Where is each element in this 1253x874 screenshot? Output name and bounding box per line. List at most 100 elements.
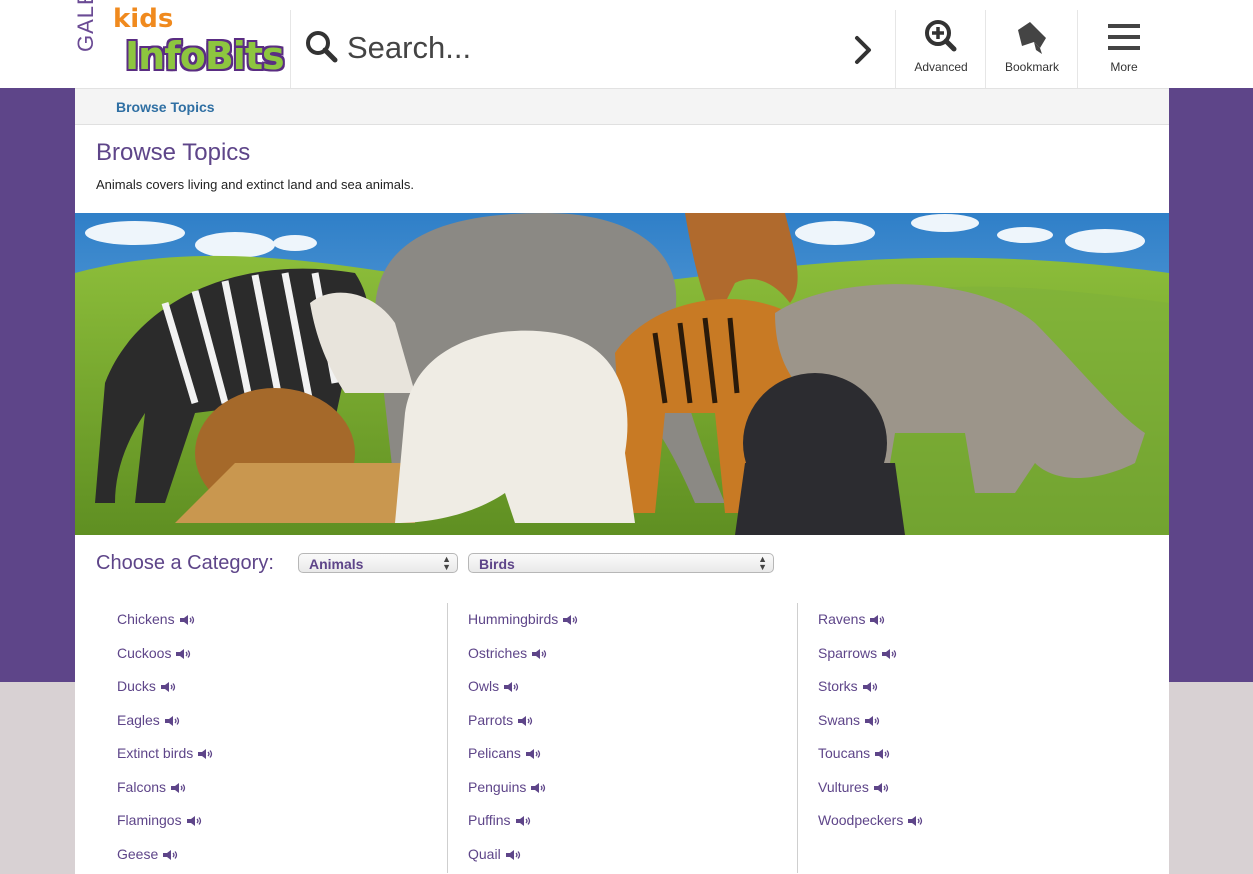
- bookmark-label: Bookmark: [1004, 60, 1060, 74]
- speaker-audio-icon[interactable]: [198, 749, 214, 760]
- speaker-audio-icon[interactable]: [563, 615, 579, 626]
- topic-link[interactable]: Pelicans: [468, 745, 542, 761]
- topic-label: Swans: [818, 711, 861, 728]
- topic-link[interactable]: Ravens: [818, 611, 886, 627]
- page-description: Animals covers living and extinct land a…: [96, 177, 414, 192]
- logo-infobits-text: InfoBits: [125, 34, 285, 78]
- chevron-right-icon[interactable]: [843, 30, 883, 70]
- bookmark-icon: [1018, 22, 1046, 54]
- bookmark-button[interactable]: Bookmark: [985, 10, 1078, 88]
- topic-column-2: Hummingbirds Ostriches Owls Parrots Pelicans…: [447, 603, 793, 873]
- breadcrumb-browse-topics[interactable]: Browse Topics: [116, 99, 215, 115]
- topic-label: Quail: [468, 845, 501, 862]
- topic-label: Hummingbirds: [468, 611, 559, 627]
- more-label: More: [1110, 60, 1138, 74]
- speaker-audio-icon[interactable]: [865, 715, 881, 726]
- speaker-audio-icon[interactable]: [171, 782, 187, 793]
- speaker-audio-icon[interactable]: [873, 782, 890, 793]
- topic-link[interactable]: Falcons: [117, 779, 187, 795]
- animals-banner-image: [75, 213, 1169, 535]
- speaker-audio-icon[interactable]: [870, 615, 886, 626]
- topic-link[interactable]: Sparrows: [818, 645, 898, 661]
- hamburger-menu-icon: [1108, 24, 1140, 50]
- more-menu-button[interactable]: More: [1077, 10, 1170, 88]
- zoom-plus-icon: [925, 20, 957, 52]
- topic-label: Pelicans: [468, 745, 521, 761]
- topic-label: Parrots: [468, 711, 514, 728]
- topic-link[interactable]: Chickens: [117, 611, 196, 627]
- page-title: Browse Topics: [96, 139, 251, 166]
- topic-link[interactable]: Eagles: [117, 712, 181, 728]
- topic-label: Ostriches: [468, 644, 528, 661]
- logo-kids-text: kids: [113, 4, 174, 34]
- advanced-search-button[interactable]: Advanced: [895, 10, 986, 88]
- topic-link[interactable]: Extinct birds: [117, 745, 214, 761]
- topic-link[interactable]: Swans: [818, 712, 881, 728]
- topic-link[interactable]: Woodpeckers: [818, 812, 924, 828]
- topic-link[interactable]: Penguins: [468, 779, 547, 795]
- category-label: Choose a Category:: [96, 552, 274, 574]
- speaker-audio-icon[interactable]: [505, 849, 522, 860]
- speaker-audio-icon[interactable]: [186, 816, 203, 827]
- speaker-audio-icon[interactable]: [862, 682, 879, 693]
- speaker-audio-icon[interactable]: [518, 715, 534, 726]
- updown-arrows-icon: ▲ ▼: [442, 554, 451, 572]
- topic-label: Extinct birds: [117, 745, 194, 761]
- speaker-audio-icon[interactable]: [908, 816, 924, 827]
- search-area: [291, 10, 895, 88]
- topic-link[interactable]: Ducks: [117, 678, 177, 694]
- topic-link[interactable]: Storks: [818, 678, 879, 694]
- category-selector-row: Choose a Category: Animals ▲ ▼ Birds ▲ ▼: [96, 552, 1096, 576]
- category-select-secondary-value: Birds: [479, 556, 515, 572]
- topic-link[interactable]: Flamingos: [117, 812, 203, 828]
- topic-link[interactable]: Vultures: [818, 779, 890, 795]
- speaker-audio-icon[interactable]: [532, 648, 548, 659]
- topic-link[interactable]: Ostriches: [468, 645, 548, 661]
- topic-link[interactable]: Toucans: [818, 745, 891, 761]
- topic-label: Puffins: [468, 812, 511, 828]
- speaker-audio-icon[interactable]: [882, 648, 898, 659]
- topic-link[interactable]: Geese: [117, 846, 179, 862]
- topic-label: Cuckoos: [117, 644, 172, 661]
- topic-list: Chickens Cuckoos Ducks Eagles Extinct birds F…: [97, 603, 1147, 873]
- search-input[interactable]: [347, 28, 827, 68]
- category-select-primary-value: Animals: [309, 556, 364, 572]
- topic-label: Geese: [117, 845, 159, 862]
- category-select-secondary[interactable]: Birds ▲ ▼: [468, 553, 774, 573]
- topic-link[interactable]: Quail: [468, 846, 522, 862]
- topic-column-1: Chickens Cuckoos Ducks Eagles Extinct birds F…: [97, 603, 442, 873]
- topic-label: Ducks: [117, 678, 156, 694]
- topic-label: Sparrows: [818, 644, 878, 661]
- speaker-audio-icon[interactable]: [875, 749, 891, 760]
- speaker-audio-icon[interactable]: [176, 648, 192, 659]
- speaker-audio-icon[interactable]: [160, 682, 177, 693]
- speaker-audio-icon[interactable]: [504, 682, 520, 693]
- speaker-audio-icon[interactable]: [179, 615, 196, 626]
- topic-link[interactable]: Cuckoos: [117, 645, 192, 661]
- topic-label: Flamingos: [117, 812, 182, 828]
- search-icon: [306, 31, 338, 63]
- topic-label: Toucans: [818, 745, 871, 761]
- topic-link[interactable]: Hummingbirds: [468, 611, 579, 627]
- logo-gale-text: GALE: [73, 0, 98, 52]
- infobits-logo[interactable]: GALE kids InfoBits: [73, 0, 291, 88]
- topic-column-3: Ravens Sparrows Storks Swans Toucans Vultures…: [797, 603, 1143, 873]
- breadcrumb: Browse Topics: [75, 89, 1169, 125]
- topic-link[interactable]: Puffins: [468, 812, 532, 828]
- speaker-audio-icon[interactable]: [525, 749, 542, 760]
- topic-label: Chickens: [117, 611, 175, 627]
- topic-label: Penguins: [468, 778, 527, 795]
- updown-arrows-icon: ▲ ▼: [758, 554, 767, 572]
- speaker-audio-icon[interactable]: [163, 849, 179, 860]
- topic-label: Ravens: [818, 611, 866, 627]
- topic-label: Owls: [468, 678, 500, 694]
- category-select-primary[interactable]: Animals ▲ ▼: [298, 553, 458, 573]
- speaker-audio-icon[interactable]: [515, 816, 532, 827]
- speaker-audio-icon[interactable]: [531, 782, 547, 793]
- topic-link[interactable]: Owls: [468, 678, 520, 694]
- topic-label: Eagles: [117, 711, 160, 728]
- speaker-audio-icon[interactable]: [164, 715, 181, 726]
- advanced-label: Advanced: [914, 60, 968, 74]
- topic-label: Woodpeckers: [818, 812, 904, 828]
- topic-link[interactable]: Parrots: [468, 712, 534, 728]
